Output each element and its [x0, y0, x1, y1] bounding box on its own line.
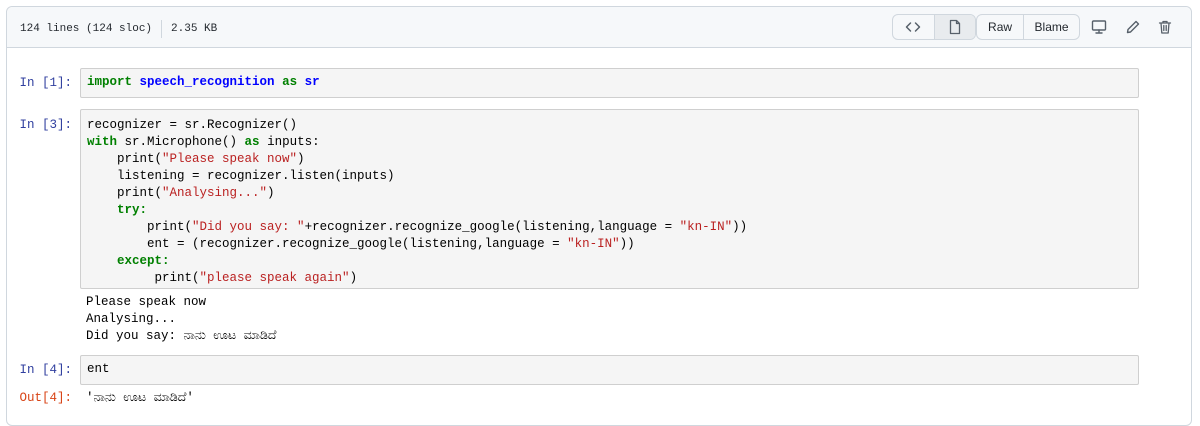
- output-line: Analysing...: [86, 312, 177, 326]
- preview-button[interactable]: [933, 15, 975, 39]
- string-literal: "please speak again": [199, 271, 350, 285]
- output-line: 'ನಾನು ಊಟ ಮಾಡಿದೆ': [86, 391, 194, 405]
- code-line: with sr.Microphone() as inputs:: [87, 134, 1132, 151]
- code-text: ): [267, 186, 275, 200]
- code-text: ent = (recognizer.recognize_google(liste…: [87, 237, 568, 251]
- code-line: ent: [87, 362, 110, 376]
- file-header: 124 lines (124 sloc) 2.35 KB Raw Blame: [7, 7, 1191, 48]
- line-count: 124 lines (124 sloc): [20, 23, 153, 35]
- desktop-button[interactable]: [1089, 17, 1109, 37]
- keyword: import: [87, 75, 133, 89]
- code-line: print("Analysing..."): [87, 185, 1132, 202]
- code-text: print(: [87, 152, 163, 166]
- code-line: listening = recognizer.listen(inputs): [87, 169, 395, 183]
- cell-prompt-in-4: In [4]:: [19, 363, 72, 377]
- code-text: )): [732, 220, 748, 234]
- view-toggle: [892, 14, 976, 40]
- code-line: except:: [87, 254, 170, 268]
- raw-button[interactable]: Raw: [977, 15, 1023, 39]
- code-text: )): [619, 237, 635, 251]
- code-text: sr.Microphone(): [117, 135, 245, 149]
- string-literal: "Analysing...": [162, 186, 268, 200]
- output-line: Did you say: ನಾನು ಊಟ ಮಾಡಿದೆ: [86, 329, 277, 343]
- divider: [161, 20, 163, 38]
- code-line: ent = (recognizer.recognize_google(liste…: [87, 236, 1132, 253]
- code-cell-3[interactable]: ent: [80, 355, 1139, 385]
- string-literal: "Please speak now": [162, 152, 298, 166]
- file-size: 2.35 KB: [171, 23, 218, 35]
- string-literal: "kn-IN": [679, 220, 733, 234]
- cell-prompt-in-3: In [3]:: [19, 118, 72, 132]
- code-text: print(: [87, 220, 193, 234]
- code-text: +recognizer.recognize_google(listening,l…: [304, 220, 680, 234]
- cell-output-2: Please speak now Analysing... Did you sa…: [86, 294, 276, 345]
- cell-output-3: 'ನಾನು ಊಟ ಮಾಡಿದೆ': [86, 390, 194, 407]
- delete-button[interactable]: [1155, 17, 1175, 37]
- code-text: inputs:: [259, 135, 320, 149]
- desktop-icon: [1091, 20, 1107, 34]
- pencil-icon: [1126, 20, 1140, 34]
- code-text: print(: [87, 186, 163, 200]
- code-text: ): [297, 152, 305, 166]
- code-line: print("please speak again"): [87, 270, 1132, 287]
- code-icon: [906, 22, 921, 32]
- code-line: print("Did you say: "+recognizer.recogni…: [87, 219, 1132, 236]
- blame-button[interactable]: Blame: [1023, 15, 1079, 39]
- raw-blame-group: Raw Blame: [976, 14, 1080, 40]
- code-line: print("Please speak now"): [87, 151, 1132, 168]
- file-icon: [949, 19, 961, 35]
- keyword: as: [244, 135, 260, 149]
- code-cell-2[interactable]: recognizer = sr.Recognizer() with sr.Mic…: [80, 109, 1139, 289]
- edit-button[interactable]: [1123, 17, 1143, 37]
- trash-icon: [1158, 20, 1172, 34]
- keyword: as: [282, 75, 298, 89]
- code-text: ): [349, 271, 358, 285]
- cell-prompt-out-4: Out[4]:: [19, 391, 72, 405]
- code-line: try:: [87, 203, 148, 217]
- keyword: with: [87, 135, 118, 149]
- code-text: print(: [87, 271, 200, 285]
- code-line: recognizer = sr.Recognizer(): [87, 118, 298, 132]
- file-info: 124 lines (124 sloc) 2.35 KB: [20, 20, 217, 38]
- cell-prompt-in-1: In [1]:: [19, 76, 72, 90]
- module-alias: sr: [304, 75, 320, 89]
- code-cell-1[interactable]: import speech_recognition as sr: [80, 68, 1139, 98]
- string-literal: "kn-IN": [567, 237, 620, 251]
- code-line: import speech_recognition as sr: [87, 74, 1132, 91]
- output-line: Please speak now: [86, 295, 207, 309]
- module-name: speech_recognition: [139, 75, 275, 89]
- string-literal: "Did you say: ": [192, 220, 305, 234]
- code-view-button[interactable]: [893, 15, 934, 39]
